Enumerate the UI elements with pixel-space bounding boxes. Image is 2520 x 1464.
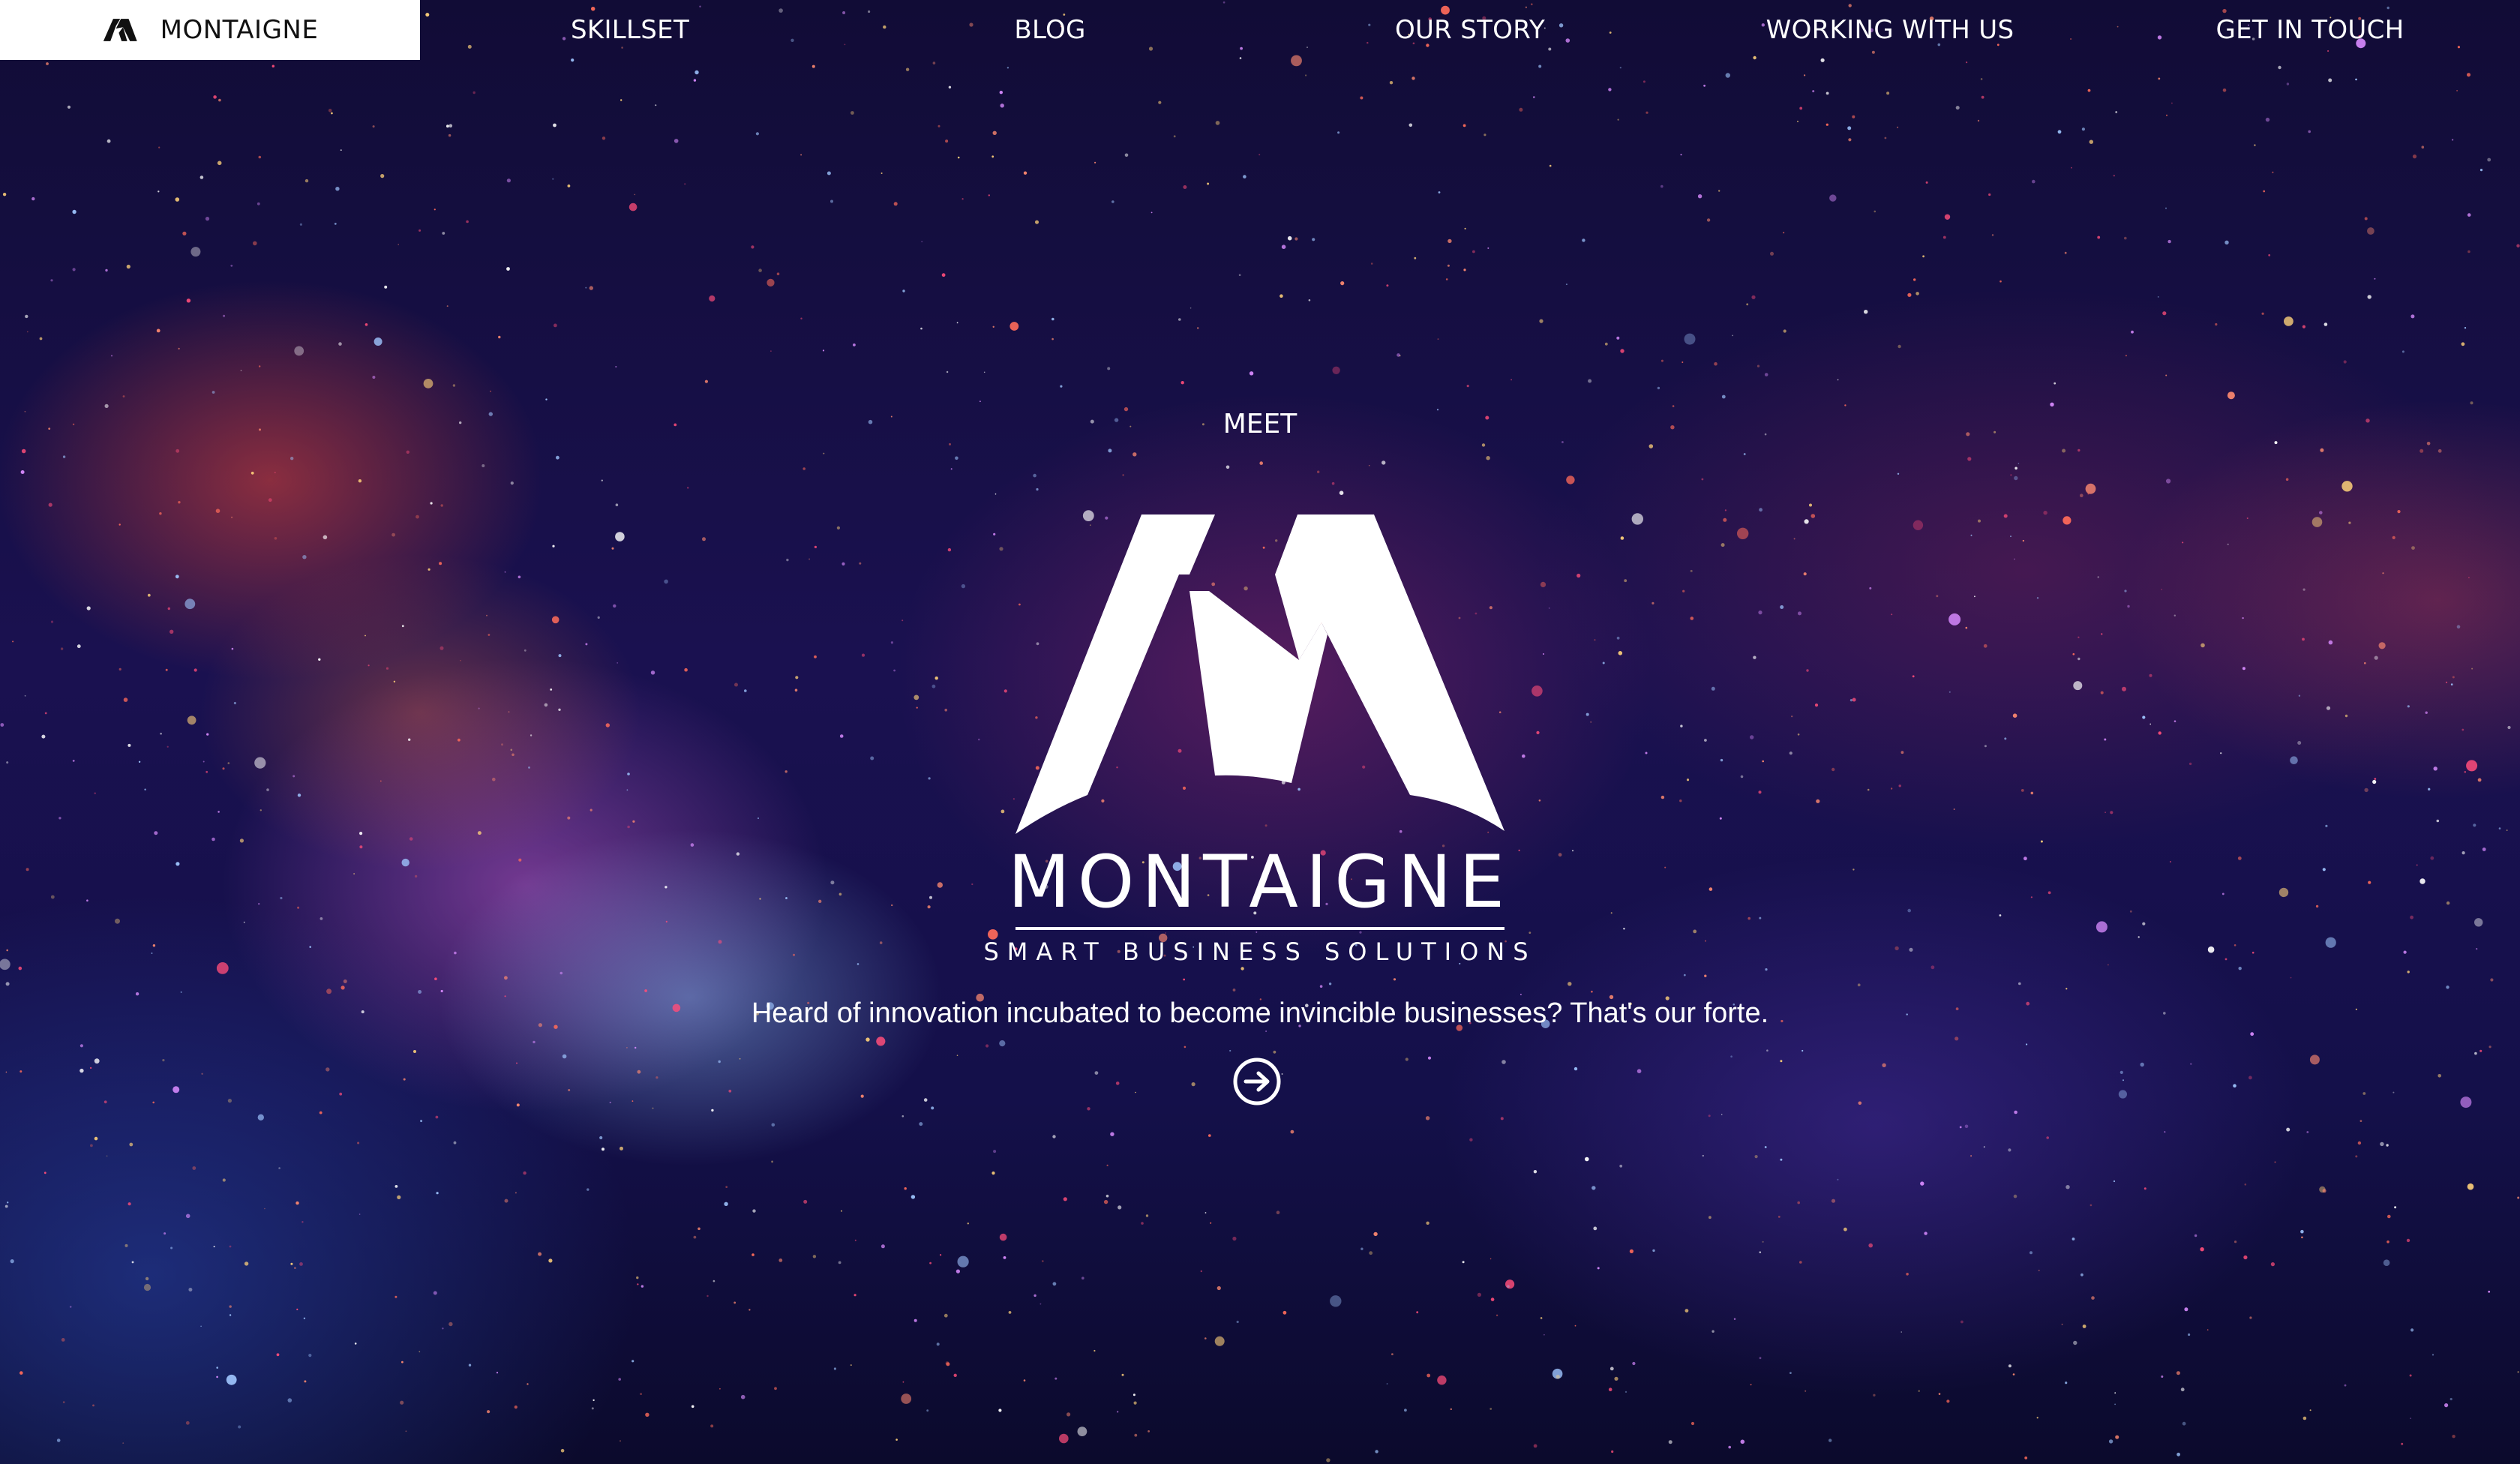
hero-subtitle: Heard of innovation incubated to become … bbox=[751, 998, 1769, 1029]
montaigne-m-logo-icon bbox=[1016, 514, 1504, 834]
arrow-right-circle-icon[interactable] bbox=[1232, 1057, 1282, 1106]
hero-wordmark: MONTAIGNE bbox=[1007, 840, 1513, 924]
nav-item-blog[interactable]: BLOG bbox=[840, 0, 1260, 60]
nav-item-skillset[interactable]: SKILLSET bbox=[420, 0, 840, 60]
hero-eyebrow: MEET bbox=[1222, 409, 1298, 440]
hero-divider bbox=[1016, 927, 1504, 930]
page: MONTAIGNE SKILLSET BLOG OUR STORY WORKIN… bbox=[0, 0, 2520, 1464]
nav-item-our-story[interactable]: OUR STORY bbox=[1260, 0, 1680, 60]
montaigne-m-logo-icon bbox=[103, 19, 137, 41]
nav-brand-label: MONTAIGNE bbox=[160, 15, 319, 45]
nav-item-get-in-touch[interactable]: GET IN TOUCH bbox=[2100, 0, 2520, 60]
hero-tagline: SMART BUSINESS SOLUTIONS bbox=[983, 938, 1537, 966]
top-navigation: MONTAIGNE SKILLSET BLOG OUR STORY WORKIN… bbox=[0, 0, 2520, 60]
nav-item-working-with-us[interactable]: WORKING WITH US bbox=[1680, 0, 2100, 60]
nav-brand-home-link[interactable]: MONTAIGNE bbox=[0, 0, 420, 60]
